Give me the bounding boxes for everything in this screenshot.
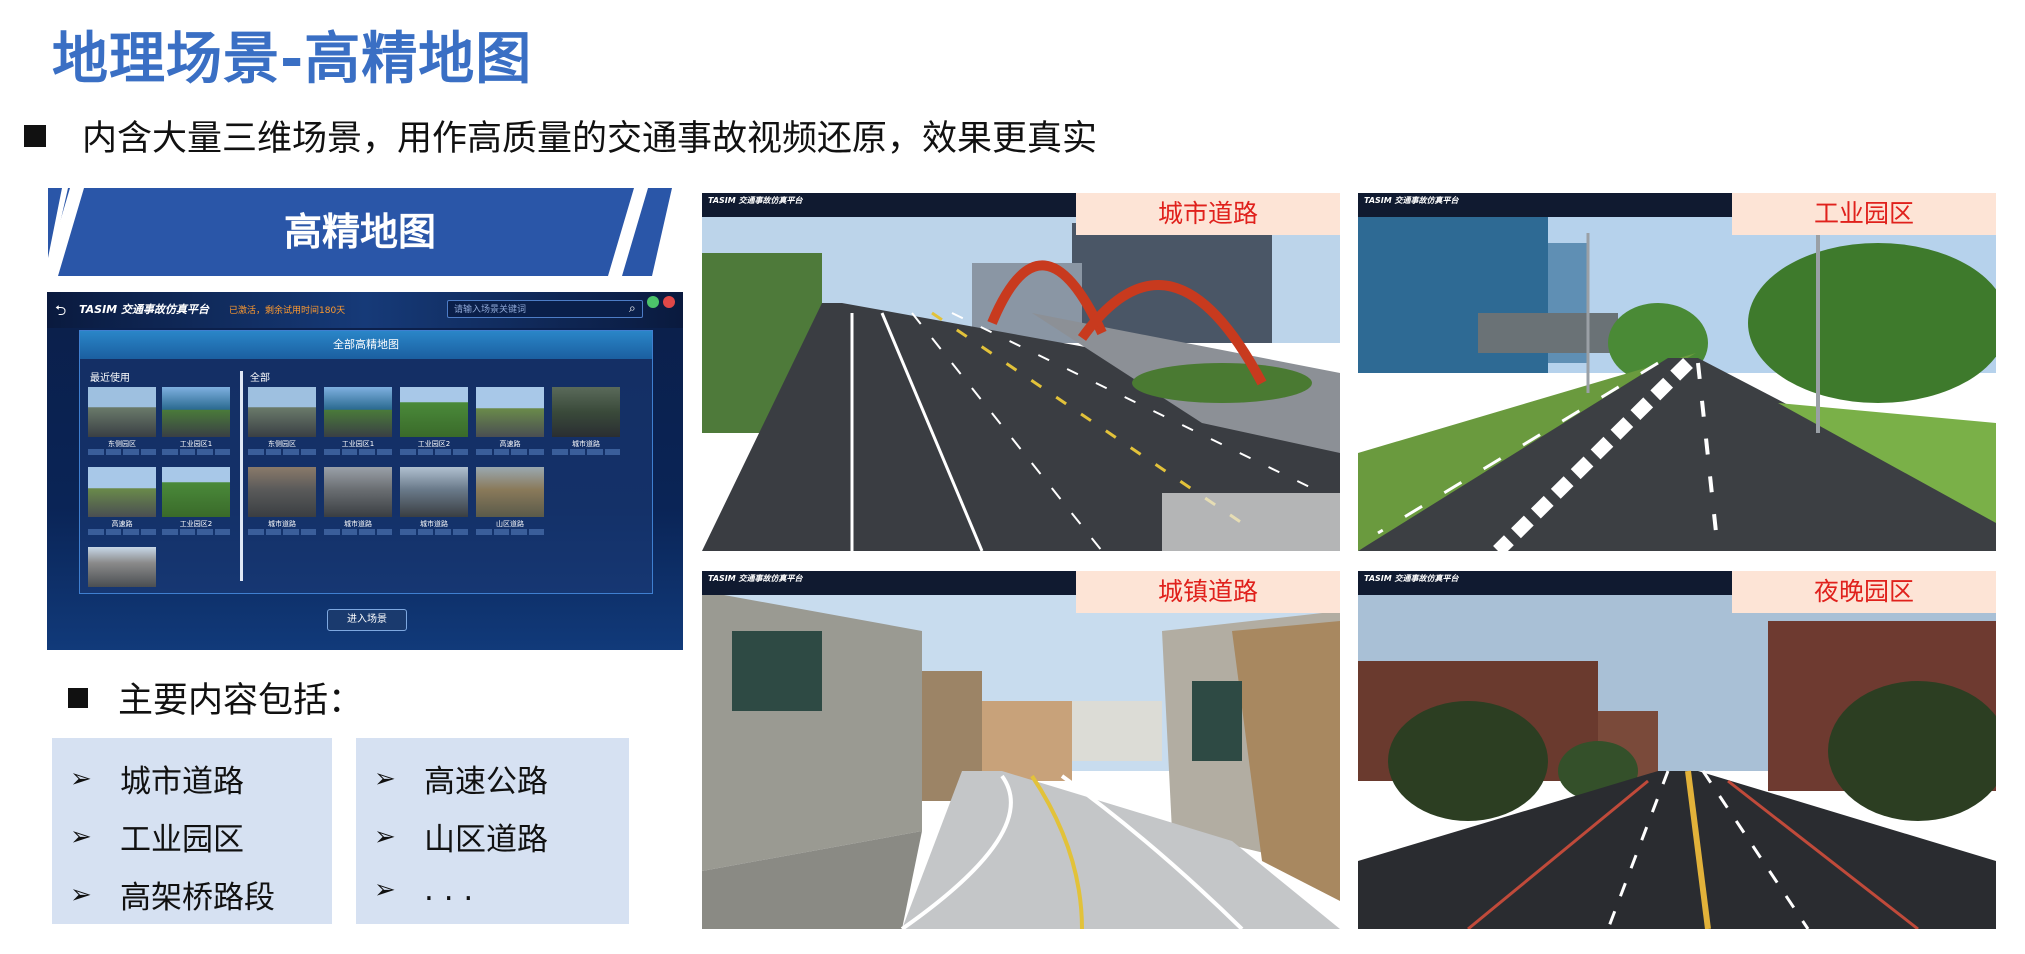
scene-bar-text: TASIM 交通事故仿真平台: [708, 196, 803, 205]
thumb-caption: 高速路: [111, 520, 133, 528]
thumb-tags: [88, 449, 156, 455]
scene-bar-text: TASIM 交通事故仿真平台: [1364, 196, 1459, 205]
thumb-tags: [552, 449, 620, 455]
thumb-caption: 城市道路: [344, 520, 372, 528]
scene-bar-text: TASIM 交通事故仿真平台: [1364, 574, 1459, 583]
all-thumb[interactable]: [248, 467, 316, 517]
back-icon[interactable]: ⮌: [55, 300, 66, 324]
all-thumb[interactable]: [324, 467, 392, 517]
thumb-caption: 工业园区1: [179, 440, 213, 448]
map-panel: 全部高精地图 最近使用 全部 东侧园区 工业园区1 高速路 工业园区2 东侧园区…: [79, 330, 653, 594]
arrow-bullet-icon: ➢: [70, 763, 92, 794]
list-item: ➢ 高速公路: [374, 763, 548, 801]
list-item: ➢ 山区道路: [374, 821, 548, 859]
thumb-tags: [324, 449, 392, 455]
scene-city-road: TASIM 交通事故仿真平台 城市道路: [702, 193, 1340, 551]
map-banner: 高精地图: [48, 188, 672, 276]
thumb-caption: 高速路: [499, 440, 521, 448]
page-title: 地理场景-高精地图: [52, 27, 533, 92]
thumb-tags: [400, 449, 468, 455]
main-bullet: 内含大量三维场景，用作高质量的交通事故视频还原，效果更真实: [24, 110, 1097, 161]
all-thumb[interactable]: [324, 387, 392, 437]
scene-night-park: TASIM 交通事故仿真平台 夜晚园区: [1358, 571, 1996, 929]
thumb-tags: [248, 529, 316, 535]
arrow-bullet-icon: ➢: [374, 763, 396, 794]
panel-title: 全部高精地图: [80, 331, 652, 359]
night-park-image: [1358, 571, 1996, 929]
thumb-tags: [400, 529, 468, 535]
thumb-caption: 城市道路: [572, 440, 600, 448]
enter-scene-button[interactable]: 进入场景: [327, 609, 407, 631]
search-icon[interactable]: ⌕: [629, 301, 636, 316]
recent-thumb[interactable]: [88, 387, 156, 437]
industrial-park-image: [1358, 193, 1996, 551]
thumb-tags: [476, 449, 544, 455]
all-thumb[interactable]: [400, 387, 468, 437]
all-thumb[interactable]: [248, 387, 316, 437]
city-road-image: [702, 193, 1340, 551]
square-bullet-icon: [68, 687, 88, 708]
scene-label: 城镇道路: [1076, 571, 1340, 613]
all-label: 全部: [250, 373, 270, 384]
thumb-tags: [162, 529, 230, 535]
thumb-caption: 山区道路: [496, 520, 524, 528]
contents-box-right: ➢ 高速公路 ➢ 山区道路 ➢. . .: [356, 738, 629, 924]
all-thumb[interactable]: [476, 467, 544, 517]
scene-town-road: TASIM 交通事故仿真平台 城镇道路: [702, 571, 1340, 929]
arrow-bullet-icon: ➢: [374, 821, 396, 852]
thumb-tags: [248, 449, 316, 455]
thumb-tags: [476, 529, 544, 535]
list-item: ➢ 高架桥路段: [70, 879, 275, 917]
recent-thumb[interactable]: [88, 467, 156, 517]
town-road-image: [702, 571, 1340, 929]
arrow-bullet-icon: ➢: [70, 879, 92, 910]
scene-bar-text: TASIM 交通事故仿真平台: [708, 574, 803, 583]
close-icon[interactable]: [663, 296, 675, 308]
scene-search-input[interactable]: 请输入场景关键词: [447, 300, 643, 318]
thumb-caption: 工业园区1: [341, 440, 375, 448]
all-thumb[interactable]: [400, 467, 468, 517]
thumb-caption: 城市道路: [420, 520, 448, 528]
arrow-bullet-icon: ➢: [70, 821, 92, 852]
map-selector-screenshot: ⮌ TASIM 交通事故仿真平台 已激活，剩余试用时间180天 请输入场景关键词…: [47, 292, 683, 650]
thumb-caption: 工业园区2: [417, 440, 451, 448]
thumb-caption: 东侧园区: [268, 440, 296, 448]
minimize-icon[interactable]: [647, 296, 659, 308]
thumb-caption: 城市道路: [268, 520, 296, 528]
thumb-caption: 东侧园区: [108, 440, 136, 448]
contents-heading: 主要内容包括：: [118, 681, 364, 721]
recent-label: 最近使用: [90, 373, 130, 384]
list-item: ➢. . .: [374, 872, 474, 908]
contents-bullet: 主要内容包括：: [68, 672, 363, 723]
all-thumb[interactable]: [552, 387, 620, 437]
list-item: ➢ 城市道路: [70, 763, 244, 801]
main-bullet-text: 内含大量三维场景，用作高质量的交通事故视频还原，效果更真实: [82, 119, 1098, 159]
column-divider: [240, 371, 243, 581]
square-bullet-icon: [24, 124, 46, 147]
scene-industrial-park: TASIM 交通事故仿真平台 工业园区: [1358, 193, 1996, 551]
thumb-caption: 工业园区2: [179, 520, 213, 528]
thumb-tags: [162, 449, 230, 455]
scene-label: 城市道路: [1076, 193, 1340, 235]
thumb-tags: [88, 529, 156, 535]
arrow-bullet-icon: ➢: [374, 875, 396, 905]
banner-title: 高精地图: [283, 210, 436, 254]
thumb-tags: [324, 529, 392, 535]
app-logo: TASIM 交通事故仿真平台: [79, 303, 209, 316]
recent-thumb[interactable]: [162, 387, 230, 437]
recent-thumb[interactable]: [88, 547, 156, 587]
scene-label: 夜晚园区: [1732, 571, 1996, 613]
scene-label: 工业园区: [1732, 193, 1996, 235]
all-thumb[interactable]: [476, 387, 544, 437]
contents-box-left: ➢ 城市道路 ➢ 工业园区 ➢ 高架桥路段: [52, 738, 332, 924]
list-item: ➢ 工业园区: [70, 821, 244, 859]
license-status: 已激活，剩余试用时间180天: [229, 306, 346, 316]
recent-thumb[interactable]: [162, 467, 230, 517]
